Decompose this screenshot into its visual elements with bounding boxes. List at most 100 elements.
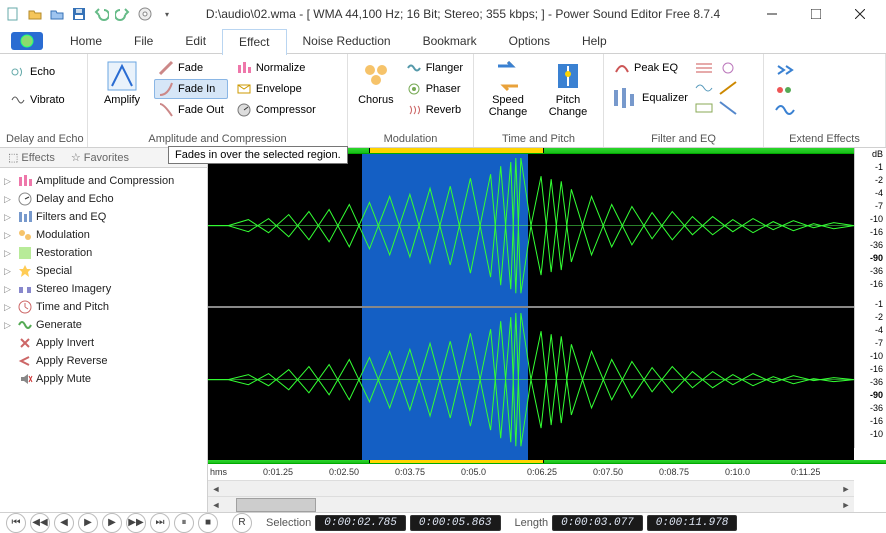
sidebar-tab-favorites[interactable]: ☆Favorites xyxy=(63,151,137,164)
fade-in-button[interactable]: Fade In xyxy=(154,79,228,99)
tree-item[interactable]: ▷Delay and Echo xyxy=(2,190,205,208)
new-icon[interactable] xyxy=(4,5,22,23)
waveform-right[interactable] xyxy=(208,308,854,460)
fade-label: Fade xyxy=(178,62,203,74)
peak-eq-button[interactable]: Peak EQ xyxy=(610,58,690,78)
tree-item[interactable]: ▷Amplitude and Compression xyxy=(2,172,205,190)
phaser-icon xyxy=(406,81,422,97)
scroll-right-icon[interactable]: ► xyxy=(838,497,854,513)
tree-item[interactable]: Apply Invert xyxy=(2,334,205,352)
open-icon[interactable] xyxy=(26,5,44,23)
selection-marker[interactable] xyxy=(369,148,543,153)
qat-dropdown-icon[interactable]: ▾ xyxy=(158,5,176,23)
step-back-button[interactable]: ◀ xyxy=(54,513,74,533)
extend3-icon[interactable] xyxy=(774,102,796,118)
reverb-label: Reverb xyxy=(426,104,461,116)
scroll-right-icon[interactable]: ► xyxy=(838,481,854,497)
selection-marker[interactable] xyxy=(369,460,543,463)
group-time-pitch: Speed Change Pitch Change Time and Pitch xyxy=(474,54,604,147)
echo-button[interactable]: Echo xyxy=(6,62,69,82)
tree-item[interactable]: ▷Filters and EQ xyxy=(2,208,205,226)
envelope-label: Envelope xyxy=(256,83,302,95)
pitch-change-button[interactable]: Pitch Change xyxy=(540,58,596,120)
tab-help[interactable]: Help xyxy=(566,28,623,54)
fade-out-button[interactable]: Fade Out xyxy=(154,100,228,120)
hscrollbar2[interactable]: ◄ ► xyxy=(208,496,854,512)
filter-extra5-icon[interactable] xyxy=(718,80,738,96)
speed-change-button[interactable]: Speed Change xyxy=(480,58,536,120)
tab-edit[interactable]: Edit xyxy=(169,28,222,54)
length-a-time: 0:00:03.077 xyxy=(552,515,643,531)
phaser-button[interactable]: Phaser xyxy=(402,79,467,99)
sidebar-tab-effects[interactable]: ⬚Effects xyxy=(0,151,63,164)
tree-item[interactable]: Apply Mute xyxy=(2,370,205,388)
fade-button[interactable]: Fade xyxy=(154,58,228,78)
group-label-mod: Modulation xyxy=(354,132,467,147)
tab-file[interactable]: File xyxy=(118,28,169,54)
scroll-thumb[interactable] xyxy=(236,498,316,512)
skip-end-button[interactable]: ⏭ xyxy=(150,513,170,533)
scroll-left-icon[interactable]: ◄ xyxy=(208,481,224,497)
extend1-icon[interactable] xyxy=(774,62,796,78)
filter-extra6-icon[interactable] xyxy=(718,100,738,116)
title-bar: ▾ D:\audio\02.wma - [ WMA 44,100 Hz; 16 … xyxy=(0,0,886,28)
tab-home[interactable]: Home xyxy=(54,28,118,54)
tab-noise-reduction[interactable]: Noise Reduction xyxy=(287,28,407,54)
tree-item[interactable]: ▷Time and Pitch xyxy=(2,298,205,316)
tab-options[interactable]: Options xyxy=(493,28,566,54)
rewind-button[interactable]: ◀◀ xyxy=(30,513,50,533)
main-panel: ⬚Effects ☆Favorites ▷Amplitude and Compr… xyxy=(0,148,886,512)
tree-item[interactable]: ▷Special xyxy=(2,262,205,280)
tree-item[interactable]: ▷Generate xyxy=(2,316,205,334)
maximize-button[interactable] xyxy=(794,0,838,28)
ribbon: Echo Vibrato Delay and Echo Amplify Fade… xyxy=(0,54,886,148)
chorus-button[interactable]: Chorus xyxy=(354,58,398,108)
scroll-left-icon[interactable]: ◄ xyxy=(208,497,224,513)
filter-extra4-icon[interactable] xyxy=(718,60,738,76)
group-label-filter: Filter and EQ xyxy=(610,132,757,147)
tab-bookmark[interactable]: Bookmark xyxy=(407,28,493,54)
envelope-button[interactable]: Envelope xyxy=(232,79,320,99)
extend2-icon[interactable] xyxy=(774,82,796,98)
tab-effect[interactable]: Effect xyxy=(222,29,286,55)
fast-forward-button[interactable]: ▶▶ xyxy=(126,513,146,533)
reverb-button[interactable]: Reverb xyxy=(402,100,467,120)
filter-extra2-icon[interactable] xyxy=(694,80,714,96)
app-icon[interactable] xyxy=(0,28,54,54)
equalizer-icon xyxy=(612,86,636,110)
skip-start-button[interactable]: ⏮ xyxy=(6,513,26,533)
redo-icon[interactable] xyxy=(114,5,132,23)
hscrollbar[interactable]: ◄ ► xyxy=(208,480,854,496)
close-button[interactable] xyxy=(838,0,882,28)
step-forward-button[interactable]: ▶ xyxy=(102,513,122,533)
reverse-icon xyxy=(17,353,33,369)
normalize-button[interactable]: Normalize xyxy=(232,58,320,78)
stereo-icon xyxy=(17,281,33,297)
vibrato-button[interactable]: Vibrato xyxy=(6,90,69,110)
pause-button[interactable]: ⏸ xyxy=(174,513,194,533)
cd-icon[interactable] xyxy=(136,5,154,23)
minimize-button[interactable] xyxy=(750,0,794,28)
tree-item[interactable]: ▷Modulation xyxy=(2,226,205,244)
tree-item[interactable]: Apply Reverse xyxy=(2,352,205,370)
group-label-extend: Extend Effects xyxy=(770,132,879,147)
tree-item[interactable]: ▷Restoration xyxy=(2,244,205,262)
equalizer-button[interactable]: Equalizer xyxy=(610,84,690,112)
play-button[interactable]: ▶ xyxy=(78,513,98,533)
filter-extra3-icon[interactable] xyxy=(694,100,714,116)
compressor-button[interactable]: Compressor xyxy=(232,100,320,120)
group-amplitude: Amplify Fade Fade In Fade Out Normalize … xyxy=(88,54,348,147)
save-icon[interactable] xyxy=(70,5,88,23)
undo-icon[interactable] xyxy=(92,5,110,23)
waveform-left[interactable] xyxy=(208,154,854,306)
record-button[interactable]: R xyxy=(232,513,252,533)
open2-icon[interactable] xyxy=(48,5,66,23)
tree-item[interactable]: ▷Stereo Imagery xyxy=(2,280,205,298)
flanger-button[interactable]: Flanger xyxy=(402,58,467,78)
tree-label: Apply Mute xyxy=(36,373,91,385)
amplify-button[interactable]: Amplify xyxy=(94,58,150,108)
fade-in-label: Fade In xyxy=(178,83,215,95)
filter-extra1-icon[interactable] xyxy=(694,60,714,76)
stop-button[interactable]: ■ xyxy=(198,513,218,533)
pitch-change-label: Pitch Change xyxy=(542,94,594,118)
